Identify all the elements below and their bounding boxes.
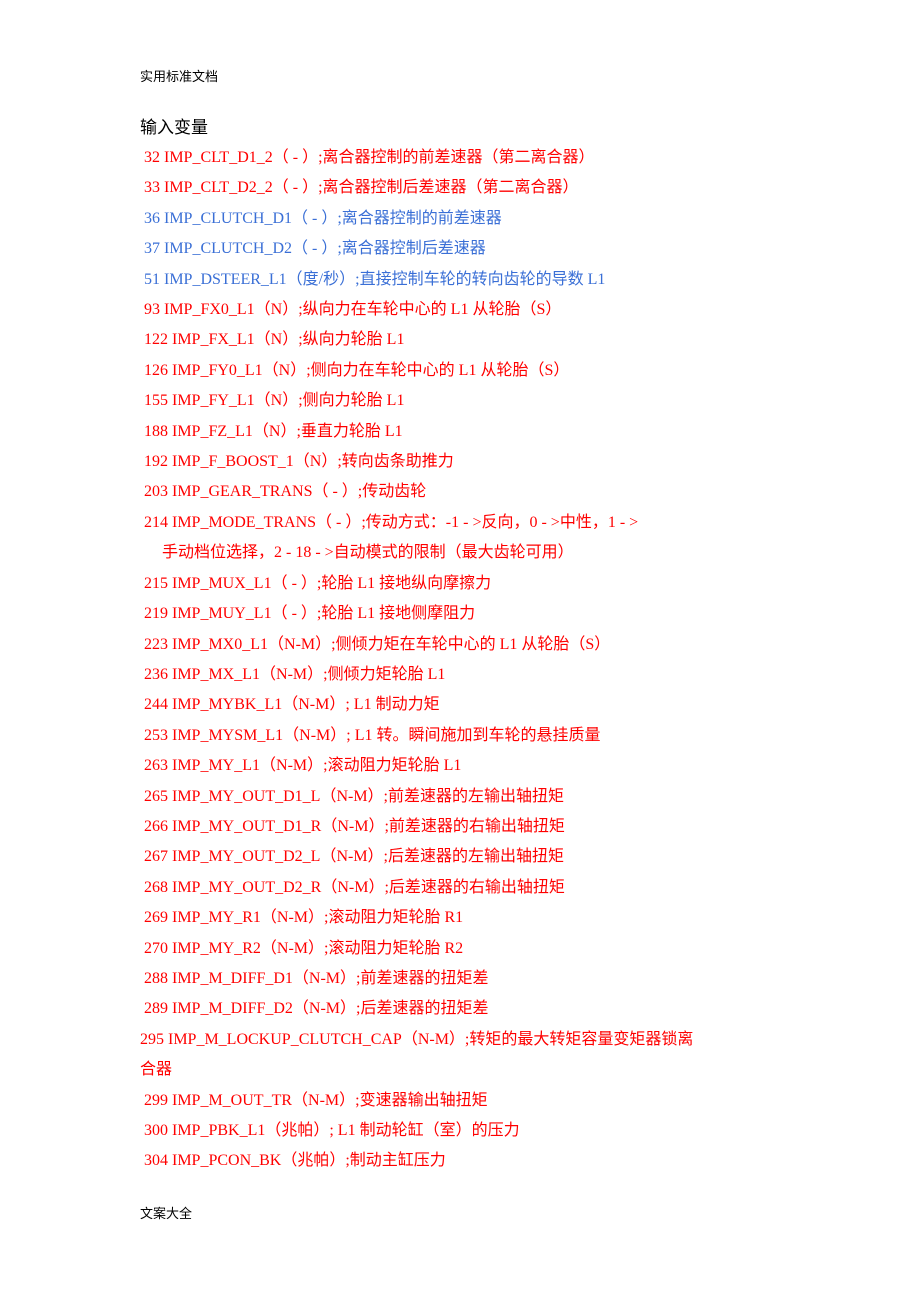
list-item: 268 IMP_MY_OUT_D2_R（N-M）;后差速器的右输出轴扭矩 — [144, 873, 804, 903]
list-item: 219 IMP_MUY_L1（ - ）;轮胎 L1 接地侧摩阻力 — [144, 599, 804, 629]
list-item: 300 IMP_PBK_L1（兆帕）; L1 制动轮缸（室）的压力 — [144, 1116, 804, 1146]
list-item: 295 IMP_M_LOCKUP_CLUTCH_CAP（N-M）;转矩的最大转矩… — [140, 1025, 804, 1086]
list-item: 304 IMP_PCON_BK（兆帕）;制动主缸压力 — [144, 1146, 804, 1176]
item-text: 188 IMP_FZ_L1（N）;垂直力轮胎 L1 — [144, 422, 403, 440]
list-item: 203 IMP_GEAR_TRANS（ - ）;传动齿轮 — [144, 477, 804, 507]
item-text: 265 IMP_MY_OUT_D1_L（N-M）;前差速器的左输出轴扭矩 — [144, 787, 565, 805]
item-continuation: 手动档位选择，2 - 18 - >自动模式的限制（最大齿轮可用） — [162, 544, 574, 562]
item-text: 219 IMP_MUY_L1（ - ）;轮胎 L1 接地侧摩阻力 — [144, 605, 476, 623]
list-item: 192 IMP_F_BOOST_1（N）;转向齿条助推力 — [144, 447, 804, 477]
item-text: 289 IMP_M_DIFF_D2（N-M）;后差速器的扭矩差 — [144, 1000, 489, 1018]
item-text: 270 IMP_MY_R2（N-M）;滚动阻力矩轮胎 R2 — [144, 939, 464, 957]
item-text: 295 IMP_M_LOCKUP_CLUTCH_CAP（N-M）;转矩的最大转矩… — [140, 1030, 694, 1048]
list-item: 33 IMP_CLT_D2_2（ - ）;离合器控制后差速器（第二离合器） — [144, 173, 804, 203]
list-item: 253 IMP_MYSM_L1（N-M）; L1 转。瞬间施加到车轮的悬挂质量 — [144, 721, 804, 751]
item-text: 269 IMP_MY_R1（N-M）;滚动阻力矩轮胎 R1 — [144, 909, 464, 927]
item-text: 268 IMP_MY_OUT_D2_R（N-M）;后差速器的右输出轴扭矩 — [144, 878, 565, 896]
item-text: 215 IMP_MUX_L1（ - ）;轮胎 L1 接地纵向摩擦力 — [144, 574, 492, 592]
item-continuation: 合器 — [140, 1061, 173, 1079]
item-text: 203 IMP_GEAR_TRANS（ - ）;传动齿轮 — [144, 483, 427, 501]
item-text: 266 IMP_MY_OUT_D1_R（N-M）;前差速器的右输出轴扭矩 — [144, 817, 565, 835]
item-text: 37 IMP_CLUTCH_D2（ - ）;离合器控制后差速器 — [144, 240, 486, 258]
item-text: 300 IMP_PBK_L1（兆帕）; L1 制动轮缸（室）的压力 — [144, 1122, 520, 1139]
list-item: 32 IMP_CLT_D1_2（ - ）;离合器控制的前差速器（第二离合器） — [144, 143, 804, 173]
item-text: 236 IMP_MX_L1（N-M）;侧倾力矩轮胎 L1 — [144, 665, 446, 683]
item-text: 126 IMP_FY0_L1（N）;侧向力在车轮中心的 L1 从轮胎（S） — [144, 361, 570, 379]
item-text: 36 IMP_CLUTCH_D1（ - ）;离合器控制的前差速器 — [144, 209, 502, 227]
list-item: 263 IMP_MY_L1（N-M）;滚动阻力矩轮胎 L1 — [144, 751, 804, 781]
list-item: 122 IMP_FX_L1（N）;纵向力轮胎 L1 — [144, 325, 804, 355]
list-item: 214 IMP_MODE_TRANS（ - ）;传动方式：-1 - >反向，0 … — [144, 508, 804, 569]
list-item: 289 IMP_M_DIFF_D2（N-M）;后差速器的扭矩差 — [144, 994, 804, 1024]
list-item: 37 IMP_CLUTCH_D2（ - ）;离合器控制后差速器 — [144, 234, 804, 264]
list-item: 269 IMP_MY_R1（N-M）;滚动阻力矩轮胎 R1 — [144, 903, 804, 933]
item-text: 288 IMP_M_DIFF_D1（N-M）;前差速器的扭矩差 — [144, 969, 489, 987]
item-text: 192 IMP_F_BOOST_1（N）;转向齿条助推力 — [144, 453, 454, 471]
item-text: 214 IMP_MODE_TRANS（ - ）;传动方式：-1 - >反向，0 … — [144, 513, 639, 531]
item-text: 51 IMP_DSTEER_L1（度/秒）;直接控制车轮的转向齿轮的导数 L1 — [144, 270, 606, 288]
list-item: 270 IMP_MY_R2（N-M）;滚动阻力矩轮胎 R2 — [144, 934, 804, 964]
list-item: 188 IMP_FZ_L1（N）;垂直力轮胎 L1 — [144, 417, 804, 447]
list-item: 265 IMP_MY_OUT_D1_L（N-M）;前差速器的左输出轴扭矩 — [144, 782, 804, 812]
list-item: 155 IMP_FY_L1（N）;侧向力轮胎 L1 — [144, 386, 804, 416]
item-text: 263 IMP_MY_L1（N-M）;滚动阻力矩轮胎 L1 — [144, 757, 462, 775]
list-item: 51 IMP_DSTEER_L1（度/秒）;直接控制车轮的转向齿轮的导数 L1 — [144, 265, 804, 295]
item-text: 93 IMP_FX0_L1（N）;纵向力在车轮中心的 L1 从轮胎（S） — [144, 301, 562, 319]
page-footer: 文案大全 — [140, 1206, 193, 1221]
list-item: 267 IMP_MY_OUT_D2_L（N-M）;后差速器的左输出轴扭矩 — [144, 842, 804, 872]
item-text: 32 IMP_CLT_D1_2（ - ）;离合器控制的前差速器（第二离合器） — [144, 149, 595, 166]
list-item: 215 IMP_MUX_L1（ - ）;轮胎 L1 接地纵向摩擦力 — [144, 569, 804, 599]
item-text: 304 IMP_PCON_BK（兆帕）;制动主缸压力 — [144, 1152, 446, 1170]
item-text: 122 IMP_FX_L1（N）;纵向力轮胎 L1 — [144, 331, 405, 349]
item-text: 267 IMP_MY_OUT_D2_L（N-M）;后差速器的左输出轴扭矩 — [144, 848, 565, 866]
list-item: 266 IMP_MY_OUT_D1_R（N-M）;前差速器的右输出轴扭矩 — [144, 812, 804, 842]
list-item: 126 IMP_FY0_L1（N）;侧向力在车轮中心的 L1 从轮胎（S） — [144, 356, 804, 386]
list-item: 223 IMP_MX0_L1（N-M）;侧倾力矩在车轮中心的 L1 从轮胎（S） — [144, 630, 804, 660]
list-item: 299 IMP_M_OUT_TR（N-M）;变速器输出轴扭矩 — [144, 1086, 804, 1116]
list-item: 244 IMP_MYBK_L1（N-M）; L1 制动力矩 — [144, 690, 804, 720]
variable-list: 32 IMP_CLT_D1_2（ - ）;离合器控制的前差速器（第二离合器） 3… — [140, 143, 804, 1177]
list-item: 93 IMP_FX0_L1（N）;纵向力在车轮中心的 L1 从轮胎（S） — [144, 295, 804, 325]
section-title: 输入变量 — [140, 118, 208, 137]
list-item: 236 IMP_MX_L1（N-M）;侧倾力矩轮胎 L1 — [144, 660, 804, 690]
item-text: 299 IMP_M_OUT_TR（N-M）;变速器输出轴扭矩 — [144, 1091, 488, 1109]
item-text: 253 IMP_MYSM_L1（N-M）; L1 转。瞬间施加到车轮的悬挂质量 — [144, 726, 601, 744]
item-text: 33 IMP_CLT_D2_2（ - ）;离合器控制后差速器（第二离合器） — [144, 179, 579, 197]
list-item: 36 IMP_CLUTCH_D1（ - ）;离合器控制的前差速器 — [144, 204, 804, 234]
page-header: 实用标准文档 — [140, 69, 219, 84]
item-text: 244 IMP_MYBK_L1（N-M）; L1 制动力矩 — [144, 696, 440, 714]
item-text: 155 IMP_FY_L1（N）;侧向力轮胎 L1 — [144, 392, 405, 410]
list-item: 288 IMP_M_DIFF_D1（N-M）;前差速器的扭矩差 — [144, 964, 804, 994]
item-text: 223 IMP_MX0_L1（N-M）;侧倾力矩在车轮中心的 L1 从轮胎（S） — [144, 635, 611, 653]
